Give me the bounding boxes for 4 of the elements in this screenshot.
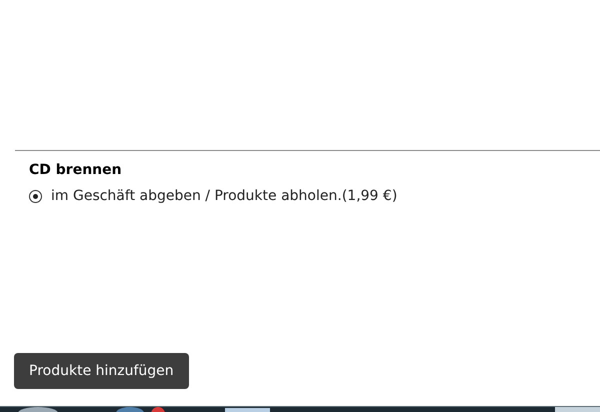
add-products-button[interactable]: Produkte hinzufügen bbox=[14, 353, 189, 389]
section-title: CD brennen bbox=[29, 161, 123, 179]
radio-button[interactable] bbox=[29, 190, 42, 202]
radio-option[interactable]: im Geschäft abgeben / Produkte abholen.(1,99 €) bbox=[29, 187, 600, 205]
